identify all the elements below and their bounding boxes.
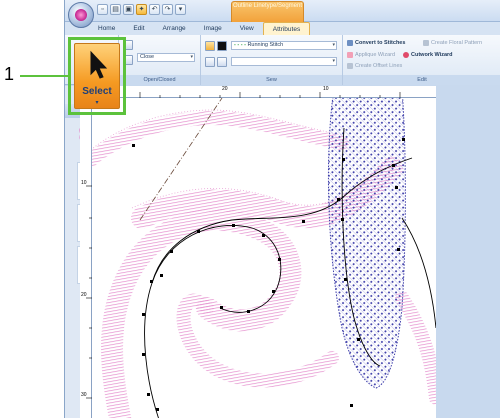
embroidery-design bbox=[92, 98, 436, 418]
tab-attributes[interactable]: Attributes bbox=[262, 22, 311, 35]
contextual-tab-header: Outline Linetype/Segment bbox=[231, 1, 304, 22]
open-closed-dropdown[interactable]: Close ▾ bbox=[137, 53, 195, 62]
vertical-ruler: 10 20 30 bbox=[80, 98, 92, 418]
open-closed-group: Close ▾ Open/Closed bbox=[119, 35, 201, 85]
sew-group: - - - - Running Stitch ▾ ▾ Sew bbox=[201, 35, 343, 85]
app-logo-icon bbox=[75, 9, 87, 21]
line-sew-icon[interactable] bbox=[205, 41, 215, 51]
title-bar: ▫ ▤ ▣ ✦ ↶ ↷ ▾ Outline Linetype/Segment bbox=[65, 0, 500, 22]
floral-label: Create Floral Pattern bbox=[431, 40, 483, 46]
chevron-down-icon: ▾ bbox=[190, 54, 193, 60]
region-color-icon[interactable] bbox=[217, 57, 227, 67]
edit-group-label: Edit bbox=[343, 75, 500, 85]
callout-number: 1 bbox=[4, 64, 15, 84]
ruler-label: 20 bbox=[81, 292, 87, 298]
stitch-type-dropdown[interactable]: - - - - Running Stitch ▾ bbox=[231, 41, 337, 50]
ruler-label: 10 bbox=[81, 180, 87, 186]
edit-group: Convert to Stitches Create Floral Patter… bbox=[343, 35, 500, 85]
chevron-down-icon: ▾ bbox=[332, 42, 335, 48]
convert-to-stitches-button[interactable]: Convert to Stitches bbox=[347, 39, 405, 47]
tab-home[interactable]: Home bbox=[89, 22, 124, 35]
convert-label: Convert to Stitches bbox=[355, 40, 406, 46]
chevron-down-icon: ▾ bbox=[95, 100, 99, 106]
tab-view[interactable]: View bbox=[231, 22, 263, 35]
callout-line bbox=[20, 75, 68, 77]
open-closed-group-label: Open/Closed bbox=[119, 75, 200, 85]
tab-arrange[interactable]: Arrange bbox=[154, 22, 195, 35]
ruler-label: 10 bbox=[323, 86, 329, 92]
customize-icon[interactable]: ▾ bbox=[175, 4, 186, 15]
cursor-arrow-icon bbox=[90, 50, 108, 79]
sew-group-label: Sew bbox=[201, 75, 342, 85]
open-closed-value: Close bbox=[140, 54, 155, 60]
line-color-icon[interactable] bbox=[217, 41, 227, 51]
undo-icon[interactable]: ↶ bbox=[149, 4, 160, 15]
ruler-label: 20 bbox=[222, 86, 228, 92]
chevron-down-icon: ▾ bbox=[332, 58, 335, 64]
application-menu-button[interactable] bbox=[68, 2, 94, 28]
horizontal-ruler: 20 10 bbox=[80, 86, 436, 98]
region-sew-icon[interactable] bbox=[205, 57, 215, 67]
new-icon[interactable]: ▫ bbox=[97, 4, 108, 15]
save-icon[interactable]: ▣ bbox=[123, 4, 134, 15]
cutwork-icon bbox=[403, 51, 409, 58]
design-canvas[interactable] bbox=[92, 98, 436, 418]
redo-icon[interactable]: ↷ bbox=[162, 4, 173, 15]
ribbon: Close ▾ Open/Closed - - - - Running Stit… bbox=[65, 35, 500, 85]
cutwork-wizard-button[interactable]: Cutwork Wizard bbox=[403, 51, 453, 59]
contextual-tab-title: Outline Linetype/Segment bbox=[232, 3, 303, 9]
create-floral-pattern-button[interactable]: Create Floral Pattern bbox=[423, 39, 482, 47]
select-label: Select bbox=[82, 86, 112, 97]
select-button-face: Select ▾ bbox=[74, 43, 120, 109]
quick-access-toolbar: ▫ ▤ ▣ ✦ ↶ ↷ ▾ bbox=[97, 4, 186, 15]
stitch-line-icon: - - - - bbox=[234, 42, 246, 48]
region-stitch-dropdown[interactable]: ▾ bbox=[231, 57, 337, 66]
settings-icon[interactable]: ✦ bbox=[136, 4, 147, 15]
create-offset-lines-button[interactable]: Create Offset Lines bbox=[347, 62, 402, 70]
cutwork-label: Cutwork Wizard bbox=[411, 52, 453, 58]
ribbon-tabs: Home Edit Arrange Image View Attributes bbox=[65, 22, 500, 35]
offset-label: Create Offset Lines bbox=[355, 63, 403, 69]
open-icon[interactable]: ▤ bbox=[110, 4, 121, 15]
convert-icon bbox=[347, 39, 353, 46]
ruler-label: 30 bbox=[81, 392, 87, 398]
select-button[interactable]: Select ▾ bbox=[68, 37, 126, 115]
applique-icon bbox=[347, 51, 353, 58]
offset-icon bbox=[347, 62, 353, 69]
floral-icon bbox=[423, 39, 429, 46]
stitch-type-value: Running Stitch bbox=[247, 42, 284, 48]
tab-edit[interactable]: Edit bbox=[124, 22, 153, 35]
applique-wizard-button[interactable]: Applique Wizard bbox=[347, 51, 395, 59]
applique-label: Applique Wizard bbox=[355, 52, 396, 58]
tab-image[interactable]: Image bbox=[195, 22, 231, 35]
